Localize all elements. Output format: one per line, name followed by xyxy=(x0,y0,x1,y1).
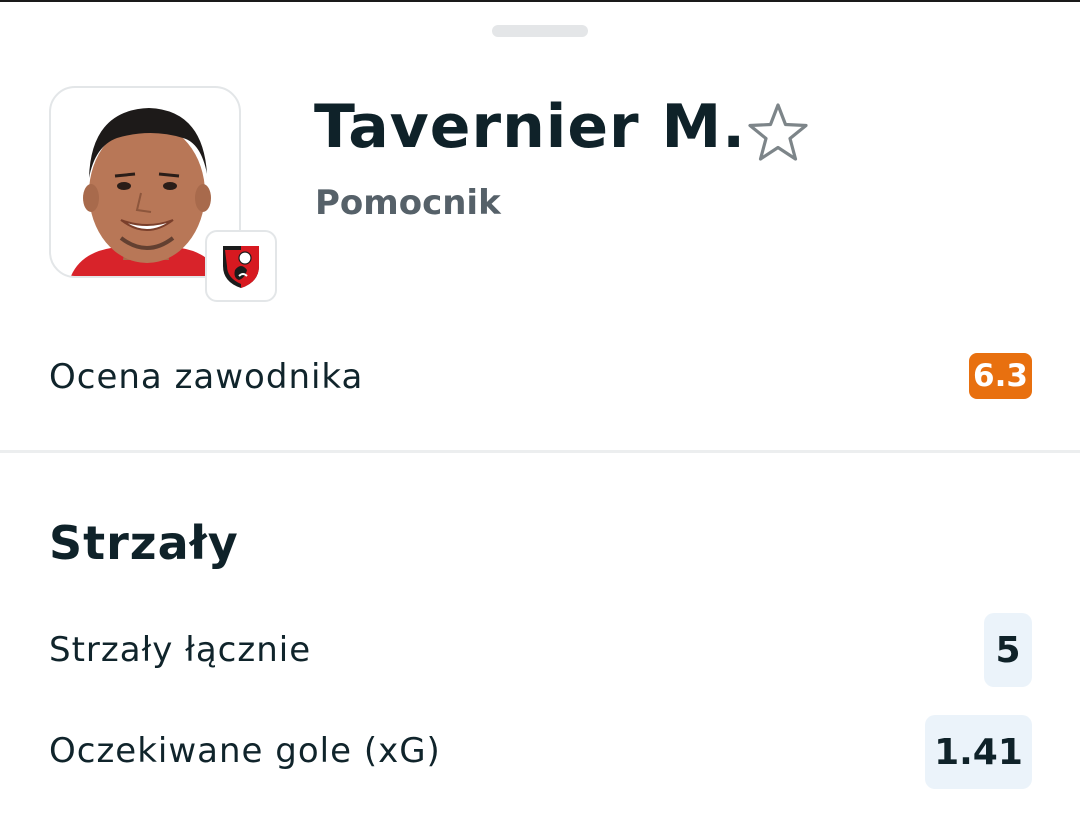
sheet-top-border xyxy=(0,0,1080,2)
player-position: Pomocnik xyxy=(315,183,501,223)
rating-badge[interactable]: 6.3 xyxy=(969,353,1032,399)
player-name: Tavernier M. xyxy=(314,92,747,162)
rating-label: Ocena zawodnika xyxy=(49,357,364,397)
stat-label-xg: Oczekiwane gole (xG) xyxy=(49,731,441,771)
stat-label-total-shots: Strzały łącznie xyxy=(49,630,312,670)
club-crest-icon xyxy=(223,246,259,288)
favorite-star-icon[interactable] xyxy=(746,101,810,165)
stat-value-total-shots[interactable]: 5 xyxy=(984,613,1032,687)
shots-section-title: Strzały xyxy=(49,516,239,570)
club-badge[interactable] xyxy=(205,230,277,302)
section-divider xyxy=(0,450,1080,453)
stat-value-xg[interactable]: 1.41 xyxy=(925,715,1032,789)
sheet-drag-handle[interactable] xyxy=(492,25,588,37)
